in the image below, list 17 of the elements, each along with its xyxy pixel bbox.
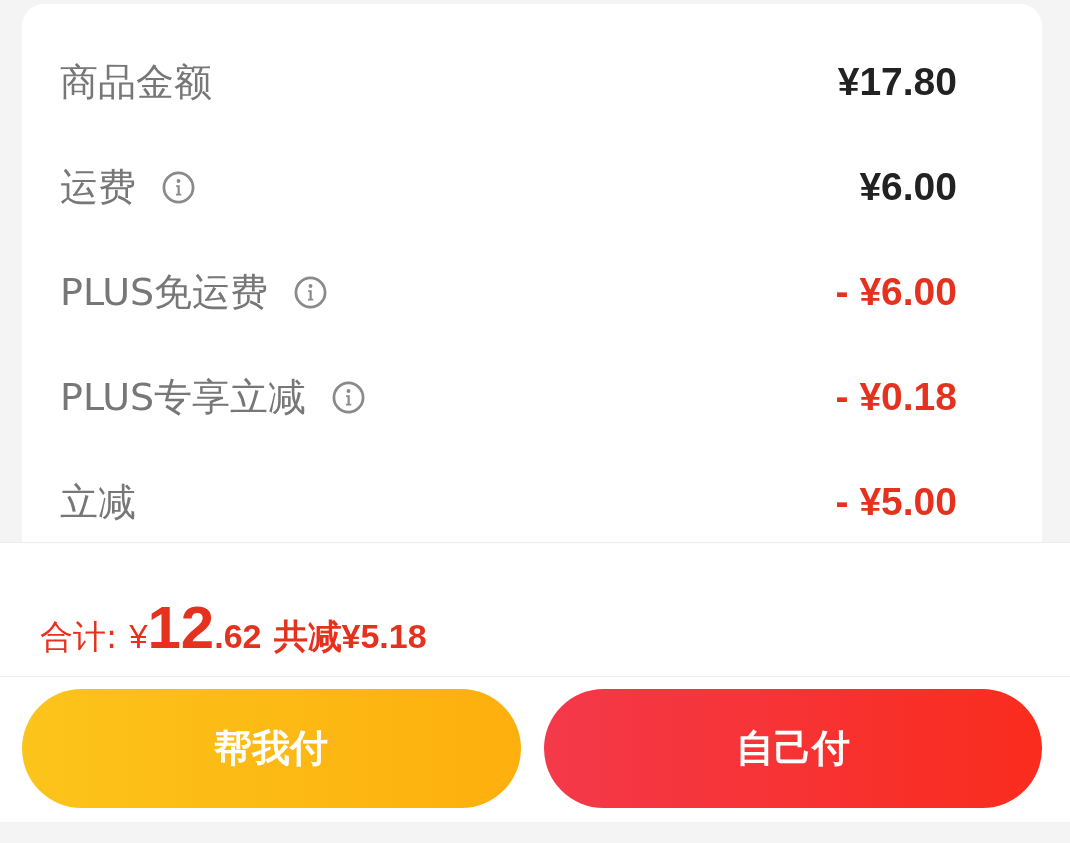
- info-icon[interactable]: [294, 276, 328, 309]
- total-price: ¥12.62: [129, 593, 262, 662]
- fee-label: 运费: [60, 164, 136, 211]
- total-label: 合计:: [40, 616, 118, 658]
- fee-amount: - ¥5.00: [835, 479, 957, 526]
- fee-label: 立减: [60, 479, 136, 526]
- savings-text: 共减¥5.18: [273, 616, 427, 657]
- pay-button[interactable]: 自己付: [543, 689, 1042, 808]
- fee-amount: ¥17.80: [837, 59, 957, 106]
- fee-label: 商品金额: [60, 59, 212, 106]
- info-icon[interactable]: [162, 171, 195, 204]
- fee-amount: - ¥6.00: [835, 269, 957, 316]
- info-icon[interactable]: [332, 381, 366, 414]
- fee-amount: - ¥0.18: [835, 374, 957, 421]
- fee-label: PLUS免运费: [60, 269, 269, 316]
- fee-label: PLUS专享立减: [60, 374, 307, 421]
- fee-amount: ¥6.00: [859, 164, 957, 211]
